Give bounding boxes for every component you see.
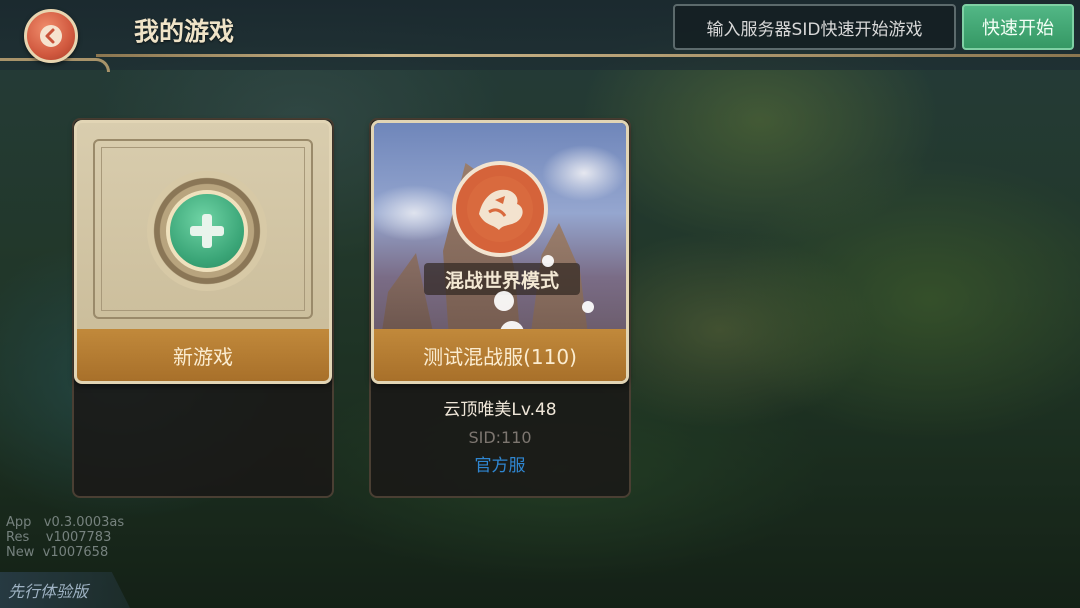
server-sid: SID:110 [468,428,532,447]
loading-dot [494,291,514,311]
add-ring [147,171,267,291]
back-arrow-icon [40,25,62,47]
server-name: 测试混战服(110) [374,329,626,381]
res-version: Res v1007783 [6,530,112,545]
new-game-card-face[interactable]: 新游戏 [74,120,332,384]
page-title: 我的游戏 [134,17,235,46]
new-version: New v1007658 [6,545,109,560]
loading-dot [582,301,594,313]
version-info: App v0.3.0003as Res v1007783 New v100765… [6,515,124,560]
plus-icon [190,214,224,248]
mode-emblem [452,161,548,257]
top-bar-divider [96,54,1080,57]
new-game-label: 新游戏 [77,329,329,381]
server-card-face[interactable]: 混战世界模式 测试混战服(110) [371,120,629,384]
sid-search-input[interactable]: 输入服务器SID快速开始游戏 [673,4,956,50]
server-type-label: 官方服 [474,456,526,476]
back-button[interactable] [24,9,78,63]
beta-badge: 先行体验版 [0,572,130,608]
dragon-emblem-icon [467,176,533,242]
app-version: App v0.3.0003as [6,515,125,530]
character-name: 云顶唯美Lv.48 [443,400,557,420]
loading-dot [542,255,554,267]
add-game-button[interactable] [166,190,248,272]
new-game-card[interactable]: 新游戏 [72,118,334,498]
quick-start-button[interactable]: 快速开始 [962,4,1074,50]
server-info: 云顶唯美Lv.48 SID:110 官方服 [371,396,629,480]
server-card[interactable]: 混战世界模式 测试混战服(110) 云顶唯美Lv.48 SID:110 官方服 [369,118,631,498]
